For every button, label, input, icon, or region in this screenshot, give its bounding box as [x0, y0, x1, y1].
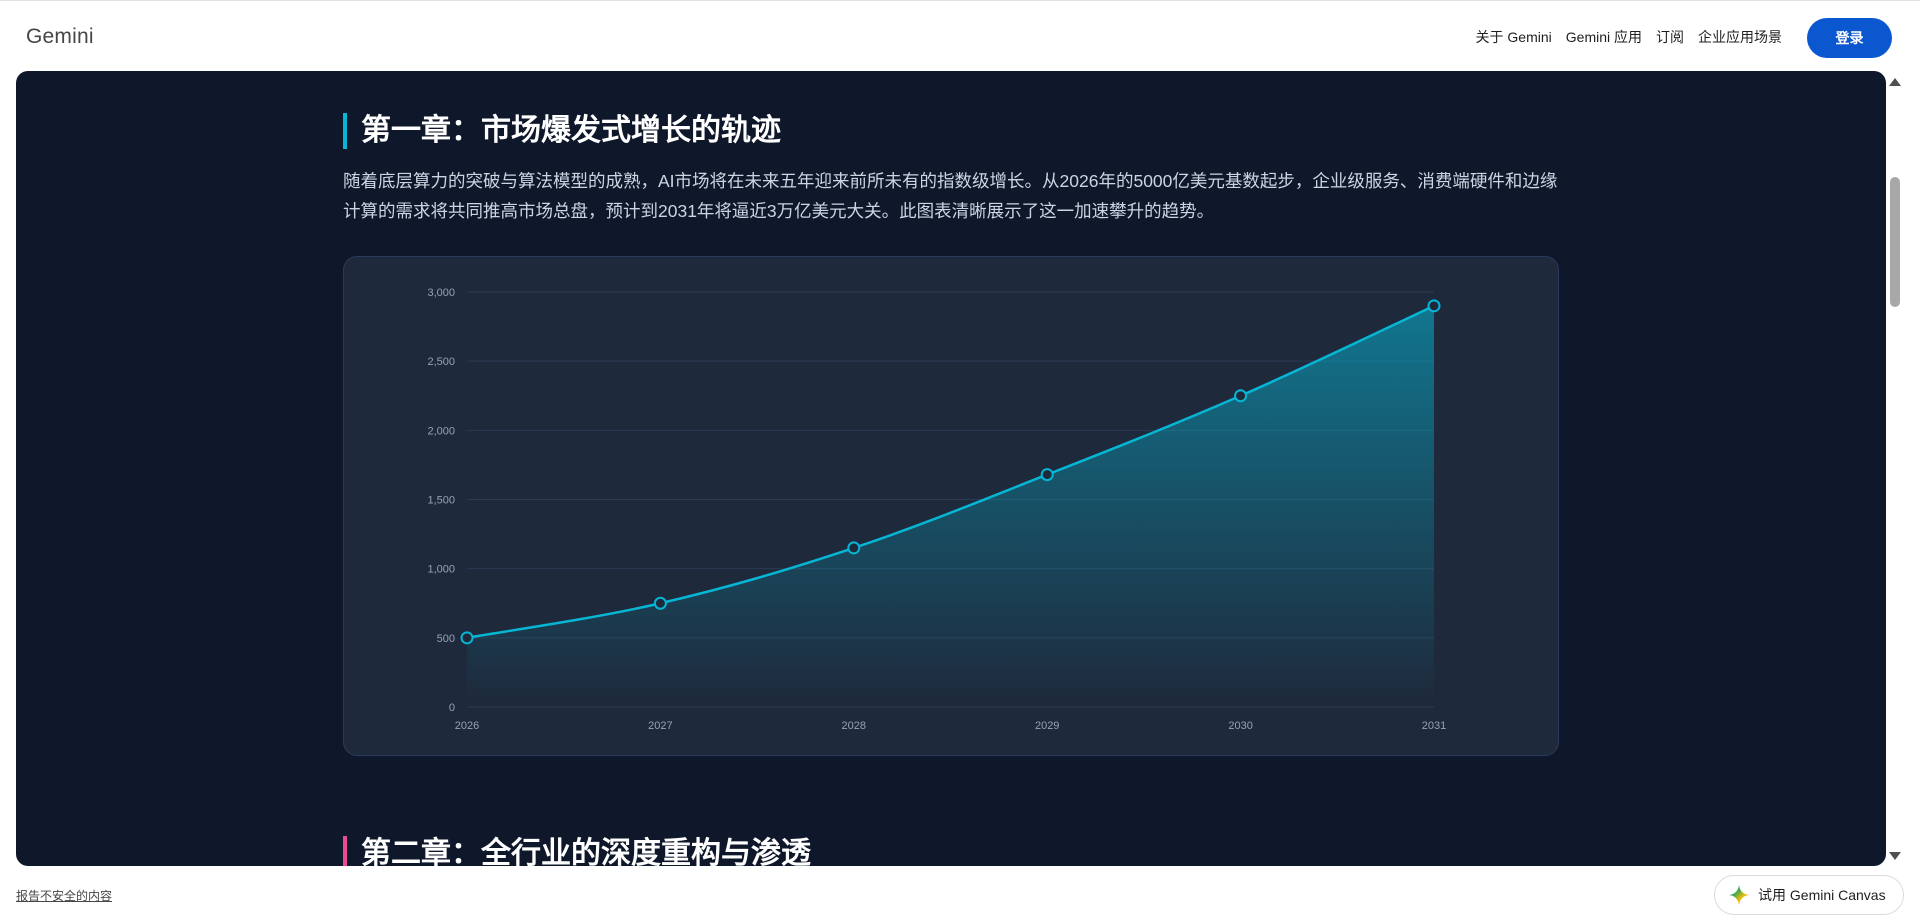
data-point — [847, 541, 861, 555]
chapter1-heading: 第一章：市场爆发式增长的轨迹 — [343, 113, 781, 149]
x-tick-label: 2029 — [1035, 720, 1059, 732]
report-unsafe-link[interactable]: 报告不安全的内容 — [16, 887, 112, 904]
market-growth-chart: 0 500 1,000 1,500 2,000 2,500 3,000 2026 2027 202… — [343, 256, 1559, 756]
top-nav: 关于 Gemini Gemini 应用 订阅 企业应用场景 — [1476, 27, 1782, 47]
scroll-down-icon[interactable] — [1889, 852, 1901, 860]
top-bar: Gemini 关于 Gemini Gemini 应用 订阅 企业应用场景 登录 — [0, 0, 1920, 72]
x-tick-label: 2031 — [1422, 720, 1446, 732]
chapter1-paragraph: 随着底层算力的突破与算法模型的成熟，AI市场将在未来五年迎来前所未有的指数级增长… — [343, 171, 1558, 221]
y-tick-label: 2,500 — [427, 356, 455, 368]
x-tick-label: 2026 — [455, 720, 479, 732]
y-tick-label: 1,500 — [427, 495, 455, 507]
gemini-logo[interactable]: Gemini — [26, 25, 94, 49]
nav-enterprise[interactable]: 企业应用场景 — [1698, 27, 1782, 47]
login-button[interactable]: 登录 — [1807, 18, 1892, 58]
x-tick-label: 2027 — [648, 720, 672, 732]
data-point — [1427, 299, 1441, 313]
nav-about-gemini[interactable]: 关于 Gemini — [1476, 27, 1552, 47]
gemini-sparkle-icon — [1728, 884, 1750, 906]
y-tick-label: 2,000 — [427, 425, 455, 437]
canvas-frame: 第一章：市场爆发式增长的轨迹 随着底层算力的突破与算法模型的成熟，AI市场将在未… — [16, 71, 1886, 866]
x-tick-label: 2028 — [842, 720, 866, 732]
data-point — [460, 631, 474, 645]
nav-gemini-app[interactable]: Gemini 应用 — [1566, 27, 1642, 47]
data-point — [1040, 468, 1054, 482]
try-canvas-button[interactable]: 试用 Gemini Canvas — [1714, 875, 1904, 915]
y-tick-label: 3,000 — [427, 287, 455, 299]
series-area — [467, 305, 1434, 707]
y-tick-label: 0 — [449, 702, 455, 714]
chapter2-heading: 第二章：全行业的深度重构与渗透 — [343, 836, 811, 866]
y-tick-label: 500 — [437, 633, 455, 645]
try-canvas-label: 试用 Gemini Canvas — [1758, 887, 1886, 903]
scroll-up-icon[interactable] — [1889, 78, 1901, 86]
data-point — [1234, 389, 1248, 403]
x-tick-label: 2030 — [1228, 720, 1252, 732]
page-scrollbar[interactable] — [1886, 72, 1903, 866]
scroll-thumb[interactable] — [1890, 177, 1900, 307]
y-tick-label: 1,000 — [427, 564, 455, 576]
chart-svg: 0 500 1,000 1,500 2,000 2,500 3,000 2026 2027 202… — [427, 287, 1446, 732]
nav-subscribe[interactable]: 订阅 — [1656, 27, 1684, 47]
data-point — [653, 596, 667, 610]
